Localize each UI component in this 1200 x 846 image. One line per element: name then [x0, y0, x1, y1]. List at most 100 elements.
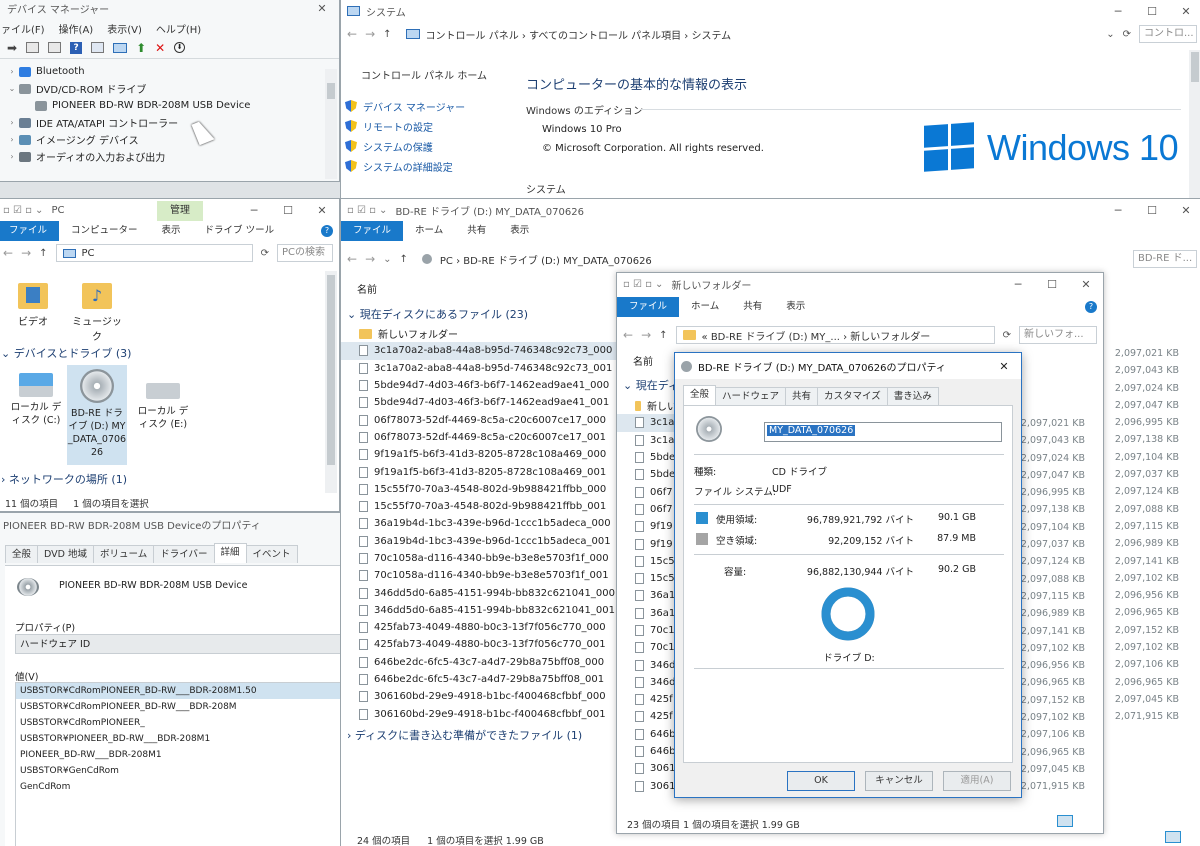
pc-address-input[interactable]: PC: [55, 244, 253, 262]
back-arrow-icon[interactable]: ←: [347, 252, 357, 266]
details-view-icon[interactable]: [1057, 815, 1073, 827]
column-header-name[interactable]: 名前: [357, 281, 377, 296]
maximize-icon[interactable]: ☐: [1035, 278, 1069, 291]
file-row[interactable]: 70c1058a-d116-4340-bb9e-b3e8e5703f1f_001: [341, 567, 641, 584]
system-link[interactable]: リモートの設定: [345, 116, 465, 136]
pc-search-input[interactable]: PCの検索: [277, 244, 333, 262]
file-row[interactable]: 36a1: [617, 605, 677, 622]
file-row[interactable]: 36a1: [617, 587, 677, 604]
file-row[interactable]: 346d: [617, 656, 677, 673]
ribbon-tab-file[interactable]: ファイル: [0, 221, 60, 241]
update-driver-icon[interactable]: [91, 42, 105, 53]
add-driver-icon[interactable]: ⬆: [136, 41, 146, 55]
device-tree-scrollbar[interactable]: [325, 69, 337, 179]
file-row[interactable]: 3061: [617, 778, 677, 795]
music-folder[interactable]: ♪ ミュージック: [69, 283, 125, 343]
help-icon[interactable]: ?: [321, 225, 333, 237]
forward-arrow-icon[interactable]: →: [21, 246, 31, 260]
maximize-icon[interactable]: ☐: [271, 204, 305, 217]
drive-e[interactable]: ローカル ディスク (E:): [135, 383, 191, 431]
system-link[interactable]: システムの詳細設定: [345, 156, 465, 176]
details-view-icon[interactable]: [1165, 831, 1181, 843]
up-arrow-icon[interactable]: ↑: [659, 330, 667, 341]
ribbon-tab-share[interactable]: 共有: [455, 221, 498, 241]
file-row[interactable]: 5bde: [617, 466, 677, 483]
value-list-item[interactable]: USBSTOR¥GenCdRom: [16, 763, 340, 779]
tab-driver[interactable]: ドライバー: [153, 545, 215, 563]
pc-scrollbar[interactable]: [325, 271, 337, 493]
maximize-icon[interactable]: ☐: [1135, 5, 1169, 18]
group-on-disc[interactable]: ⌄ 現在ディスクにあるファイル (23): [347, 306, 528, 322]
device-tree-item[interactable]: › オーディオの入力および出力: [5, 148, 339, 165]
value-list-item[interactable]: USBSTOR¥CdRomPIONEER_: [16, 715, 340, 731]
expand-icon[interactable]: ›: [5, 135, 19, 144]
file-row[interactable]: 306160bd-29e9-4918-b1bc-f400468cfbbf_001: [341, 706, 641, 723]
tab-hardware[interactable]: ハードウェア: [715, 387, 787, 405]
new-folder-group-header[interactable]: ⌄ 現在ディ: [623, 377, 679, 393]
file-row[interactable]: 70c1058a-d116-4340-bb9e-b3e8e5703f1f_000: [341, 550, 641, 567]
forward-arrow-icon[interactable]: →: [365, 252, 375, 266]
minimize-icon[interactable]: ─: [1101, 204, 1135, 217]
file-row[interactable]: 425f: [617, 708, 677, 725]
menu-file[interactable]: ァイル(F): [1, 21, 45, 36]
monitor-icon[interactable]: [113, 42, 128, 53]
system-scrollbar[interactable]: [1189, 50, 1200, 200]
file-row[interactable]: 5bde94d7-4d03-46f3-b6f7-1462ead9ae41_000: [341, 377, 641, 394]
file-row[interactable]: 70c1: [617, 622, 677, 639]
tab-events[interactable]: イベント: [245, 545, 298, 563]
device-tree-item[interactable]: ⌄ DVD/CD-ROM ドライブ: [5, 80, 339, 97]
network-header[interactable]: › ネットワークの場所 (1): [1, 471, 127, 487]
file-row[interactable]: 5bde: [617, 449, 677, 466]
close-icon[interactable]: ✕: [987, 360, 1021, 373]
value-list-item[interactable]: USBSTOR¥CdRomPIONEER_BD-RW___BDR-208M1.5…: [16, 683, 340, 699]
file-row[interactable]: 5bde94d7-4d03-46f3-b6f7-1462ead9ae41_001: [341, 394, 641, 411]
expand-icon[interactable]: ›: [5, 67, 19, 76]
value-list-item[interactable]: USBSTOR¥PIONEER_BD-RW___BDR-208M1: [16, 731, 340, 747]
file-row[interactable]: 36a19b4d-1bc3-439e-b96d-1ccc1b5adeca_001: [341, 533, 641, 550]
minimize-icon[interactable]: ─: [1101, 5, 1135, 18]
file-row[interactable]: 36a19b4d-1bc3-439e-b96d-1ccc1b5adeca_000: [341, 515, 641, 532]
close-icon[interactable]: ✕: [1069, 278, 1103, 291]
menu-view[interactable]: 表示(V): [107, 21, 142, 36]
close-icon[interactable]: ✕: [305, 204, 339, 217]
file-row[interactable]: 346d: [617, 674, 677, 691]
value-list-item[interactable]: PIONEER_BD-RW___BDR-208M1: [16, 747, 340, 763]
minimize-icon[interactable]: ─: [1001, 278, 1035, 291]
devices-drives-header[interactable]: ⌄ デバイスとドライブ (3): [1, 345, 131, 361]
tab-recording[interactable]: 書き込み: [886, 387, 939, 405]
file-row[interactable]: 06f78073-52df-4469-8c5a-c20c6007ce17_000: [341, 411, 641, 428]
menu-help[interactable]: ヘルプ(H): [156, 21, 201, 36]
file-row[interactable]: 646b: [617, 726, 677, 743]
refresh-icon[interactable]: ⟳: [261, 248, 269, 259]
file-row[interactable]: 3c1a: [617, 414, 677, 432]
file-row[interactable]: 425f: [617, 691, 677, 708]
file-row[interactable]: 3c1a: [617, 432, 677, 449]
tab-volumes[interactable]: ボリューム: [93, 545, 155, 563]
device-tree-item[interactable]: › Bluetooth: [5, 63, 339, 80]
ribbon-tab-view[interactable]: 表示: [774, 297, 817, 317]
close-icon[interactable]: ✕: [305, 2, 339, 15]
ribbon-tab-view[interactable]: 表示: [150, 221, 193, 241]
system-home-link[interactable]: コントロール パネル ホーム: [361, 67, 487, 82]
tab-details[interactable]: 詳細: [213, 543, 247, 563]
file-row[interactable]: 646be2dc-6fc5-43c7-a4d7-29b8a75bff08_000: [341, 654, 641, 671]
system-breadcrumb[interactable]: コントロール パネル › すべてのコントロール パネル項目 › システム: [399, 25, 1099, 43]
value-list-item[interactable]: USBSTOR¥CdRomPIONEER_BD-RW___BDR-208M: [16, 699, 340, 715]
scan-icon[interactable]: ⬇: [174, 42, 186, 53]
bd-explorer-titlebar[interactable]: ▫ ☑ ▫ ⌄ BD-RE ドライブ (D:) MY_DATA_070626 ─…: [341, 199, 1200, 221]
help-icon[interactable]: ?: [1085, 301, 1097, 313]
manage-tab[interactable]: 管理: [157, 201, 203, 221]
apply-button[interactable]: 適用(A): [943, 771, 1011, 791]
tab-general[interactable]: 全般: [683, 385, 717, 405]
help-icon[interactable]: ?: [70, 41, 83, 54]
device-tree-item[interactable]: PIONEER BD-RW BDR-208M USB Device: [5, 97, 339, 114]
file-row[interactable]: 15c55f70-70a3-4548-802d-9b988421ffbb_001: [341, 498, 641, 515]
dialog-titlebar[interactable]: BD-RE ドライブ (D:) MY_DATA_070626のプロパティ ✕: [675, 353, 1021, 379]
tab-dvd-region[interactable]: DVD 地域: [37, 545, 94, 563]
file-row[interactable]: 9f19: [617, 518, 677, 535]
ribbon-tab-view[interactable]: 表示: [498, 221, 541, 241]
expand-icon[interactable]: ›: [5, 118, 19, 127]
system-link[interactable]: デバイス マネージャー: [345, 96, 465, 116]
expand-icon[interactable]: ⌄: [5, 84, 19, 93]
cancel-button[interactable]: キャンセル: [865, 771, 933, 791]
